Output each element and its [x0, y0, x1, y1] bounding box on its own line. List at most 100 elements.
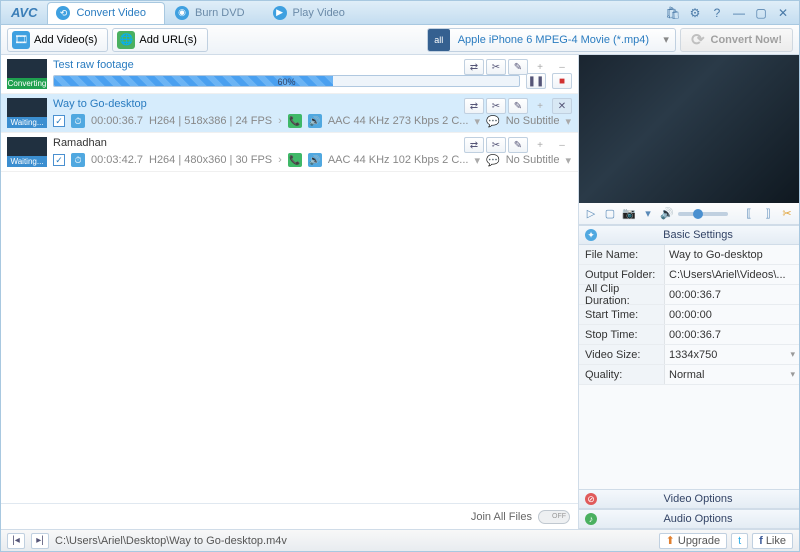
preview-toolbar: ▷ ▢ 📷 ▾ 🔊 ⟦ ⟧ ✂	[579, 203, 799, 225]
wand-button[interactable]: ✎	[508, 98, 528, 114]
list-item[interactable]: Waiting... Way to Go-desktop ✓ ⏱ 00:00:3…	[1, 94, 578, 133]
chevron-down-icon[interactable]: ▾	[640, 206, 656, 222]
video-codec: H264 | 518x386 | 24 FPS	[149, 115, 272, 127]
duration: 00:03:42.7	[91, 154, 143, 166]
play-icon: ▶	[273, 6, 287, 20]
button-label: Add URL(s)	[139, 34, 196, 46]
upgrade-button[interactable]: ⬆Upgrade	[659, 533, 727, 549]
add-urls-button[interactable]: 🌐Add URL(s)	[112, 28, 207, 52]
swap-button[interactable]: ⇄	[464, 59, 484, 75]
wand-button[interactable]: ✎	[508, 59, 528, 75]
subtitle-label: No Subtitle	[506, 115, 560, 127]
right-panel: ▷ ▢ 📷 ▾ 🔊 ⟦ ⟧ ✂ ✦ Basic Settings File Nam…	[579, 55, 799, 529]
maximize-button[interactable]: ▢	[751, 4, 771, 22]
quality-select[interactable]: Normal	[665, 369, 799, 381]
file-path: C:\Users\Ariel\Desktop\Way to Go-desktop…	[55, 535, 287, 547]
audio-icon: ♪	[585, 513, 597, 525]
swap-button[interactable]: ⇄	[464, 137, 484, 153]
file-list-panel: Converting Test raw footage 60% ❚❚ ■ ⇄ ✂…	[1, 55, 579, 529]
help-icon[interactable]: ?	[707, 4, 727, 22]
progress-bar: 60%	[53, 75, 520, 87]
list-item[interactable]: Converting Test raw footage 60% ❚❚ ■ ⇄ ✂…	[1, 55, 578, 94]
remove-icon[interactable]: –	[552, 137, 572, 153]
output-profile-selector[interactable]: all Apple iPhone 6 MPEG-4 Movie (*.mp4) …	[427, 28, 676, 52]
output-folder-field[interactable]: C:\Users\Ariel\Videos\...	[665, 269, 799, 281]
phone-icon: 📞	[288, 114, 302, 128]
duration-value: 00:00:36.7	[665, 289, 799, 301]
subtitle-label: No Subtitle	[506, 154, 560, 166]
toolbar: 🎞Add Video(s) 🌐Add URL(s) all Apple iPho…	[1, 25, 799, 55]
audio-options-header[interactable]: ♪ Audio Options	[579, 509, 799, 529]
checkbox[interactable]: ✓	[53, 115, 65, 127]
stop-button[interactable]: ▢	[602, 206, 618, 222]
volume-slider[interactable]	[678, 212, 728, 216]
close-button[interactable]: ✕	[773, 4, 793, 22]
gear-icon[interactable]: ⚙	[685, 4, 705, 22]
clock-icon: ⏱	[71, 114, 85, 128]
speaker-icon: 🔊	[308, 114, 322, 128]
audio-codec: AAC 44 KHz 102 Kbps 2 C...	[328, 154, 469, 166]
profile-icon: all	[428, 29, 450, 51]
cart-icon[interactable]: 🛍	[663, 4, 683, 22]
join-toggle[interactable]	[538, 510, 570, 524]
setting-key: Video Size:	[579, 345, 665, 364]
add-videos-button[interactable]: 🎞Add Video(s)	[7, 28, 108, 52]
refresh-icon: ⟲	[56, 6, 70, 20]
tab-burn-dvd[interactable]: ◉Burn DVD	[167, 2, 263, 24]
app-logo: AVC	[1, 5, 47, 20]
remove-icon[interactable]: –	[552, 59, 572, 75]
audio-codec: AAC 44 KHz 273 Kbps 2 C...	[328, 115, 469, 127]
globe-icon: ✦	[585, 229, 597, 241]
header-label: Audio Options	[603, 513, 793, 525]
volume-icon[interactable]: 🔊	[659, 206, 675, 222]
add-icon[interactable]: +	[530, 59, 550, 75]
join-label: Join All Files	[471, 511, 532, 523]
stop-time-field[interactable]: 00:00:36.7	[665, 329, 799, 341]
add-icon[interactable]: +	[530, 98, 550, 114]
minimize-button[interactable]: —	[729, 4, 749, 22]
start-time-field[interactable]: 00:00:00	[665, 309, 799, 321]
tab-play-video[interactable]: ▶ Play Video	[265, 2, 363, 24]
play-button[interactable]: ▷	[583, 206, 599, 222]
wand-button[interactable]: ✎	[508, 137, 528, 153]
snapshot-button[interactable]: 📷	[621, 206, 637, 222]
settings-grid: File Name:Way to Go-desktop Output Folde…	[579, 245, 799, 385]
list-item[interactable]: Waiting... Ramadhan ✓ ⏱ 00:03:42.7 H264 …	[1, 133, 578, 172]
convert-now-button[interactable]: ⟳Convert Now!	[680, 28, 793, 52]
tab-label: Convert Video	[76, 7, 146, 19]
cut-button[interactable]: ✂	[486, 98, 506, 114]
cut-button[interactable]: ✂	[486, 137, 506, 153]
bracket-right-icon[interactable]: ⟧	[760, 206, 776, 222]
tab-convert-video[interactable]: ⟲ Convert Video	[47, 2, 165, 24]
thumbnail: Waiting...	[7, 98, 47, 128]
add-icon[interactable]: +	[530, 137, 550, 153]
file-name-field[interactable]: Way to Go-desktop	[665, 249, 799, 261]
video-size-select[interactable]: 1334x750	[665, 349, 799, 361]
swap-button[interactable]: ⇄	[464, 98, 484, 114]
facebook-like-button[interactable]: fLike	[752, 533, 793, 549]
header-label: Basic Settings	[603, 229, 793, 241]
checkbox[interactable]: ✓	[53, 154, 65, 166]
setting-key: Quality:	[579, 365, 665, 384]
tab-label: Play Video	[293, 7, 345, 19]
pause-button[interactable]: ❚❚	[526, 73, 546, 89]
remove-button[interactable]: ✕	[552, 98, 572, 114]
join-files-row: Join All Files	[1, 503, 578, 529]
clock-icon: ⏱	[71, 153, 85, 167]
tab-label: Burn DVD	[195, 7, 245, 19]
scissors-icon[interactable]: ✂	[779, 206, 795, 222]
speaker-icon: 🔊	[308, 153, 322, 167]
basic-settings-header[interactable]: ✦ Basic Settings	[579, 225, 799, 245]
stop-button[interactable]: ■	[552, 73, 572, 89]
video-options-header[interactable]: ⊘Video Options	[579, 489, 799, 509]
preview-pane[interactable]	[579, 55, 799, 203]
bracket-left-icon[interactable]: ⟦	[741, 206, 757, 222]
video-codec: H264 | 480x360 | 30 FPS	[149, 154, 272, 166]
cut-button[interactable]: ✂	[486, 59, 506, 75]
setting-key: Output Folder:	[579, 265, 665, 284]
twitter-button[interactable]: t	[731, 533, 748, 549]
next-button[interactable]: ▸|	[31, 533, 49, 549]
prev-button[interactable]: |◂	[7, 533, 25, 549]
button-label: Add Video(s)	[34, 34, 97, 46]
setting-key: All Clip Duration:	[579, 285, 665, 304]
